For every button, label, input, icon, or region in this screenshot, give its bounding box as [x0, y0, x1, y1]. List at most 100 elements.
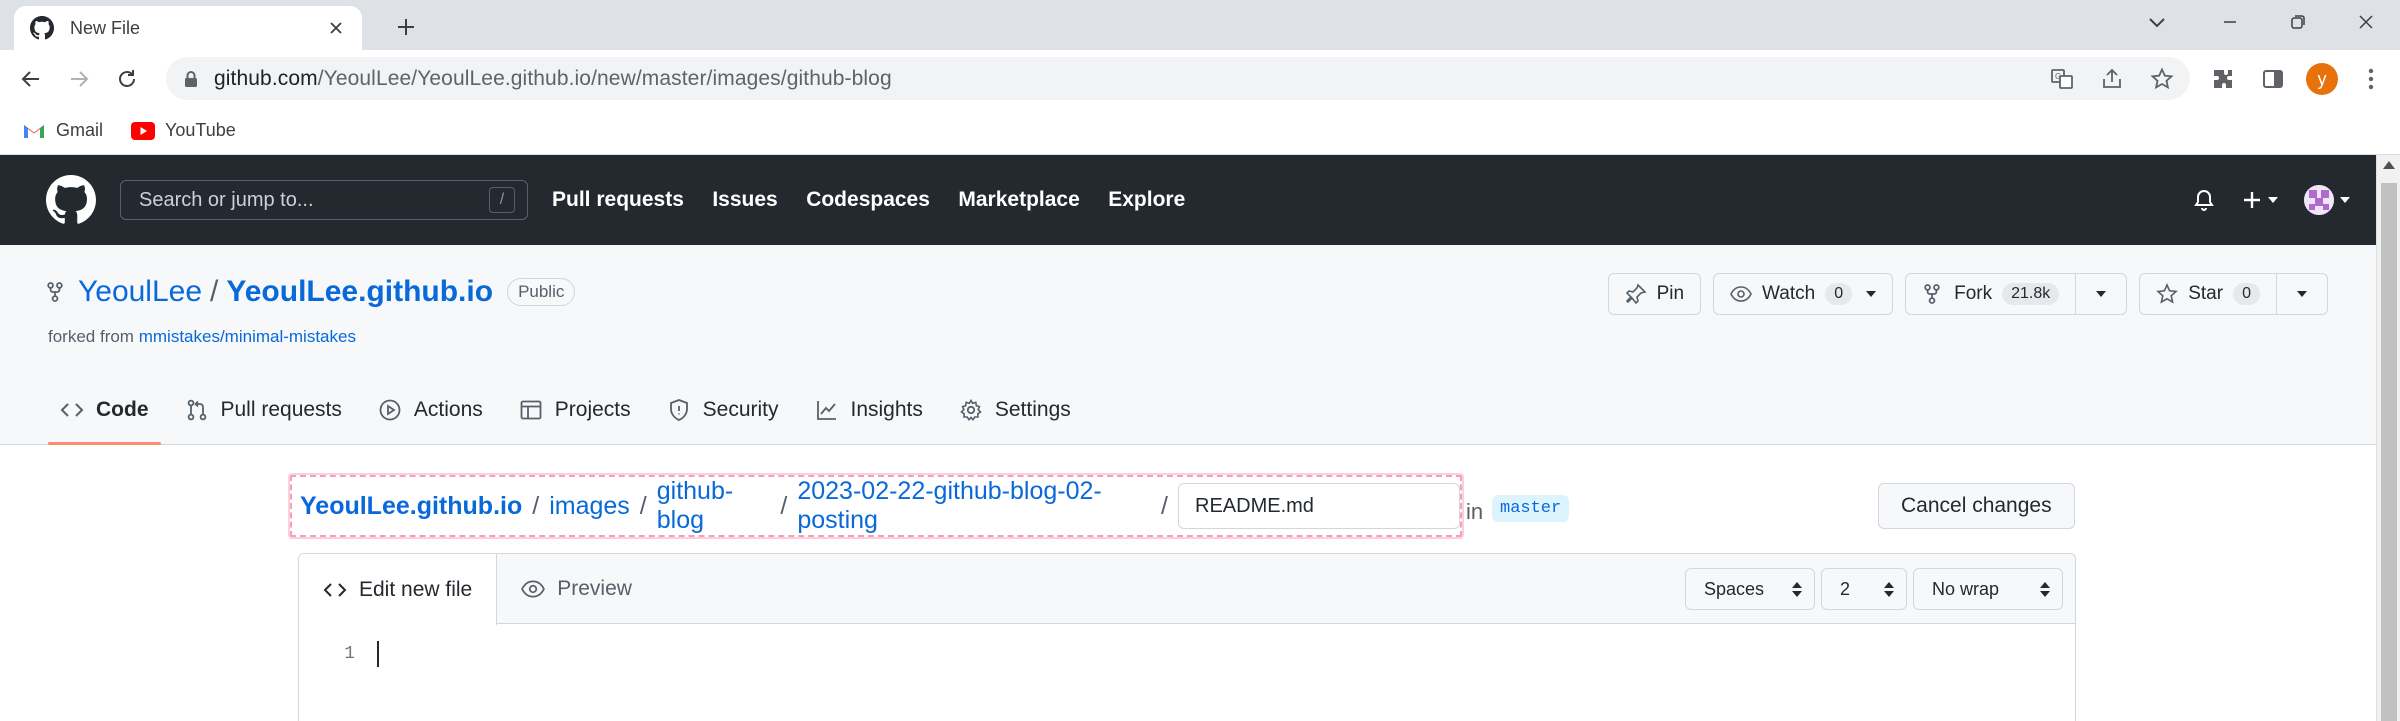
editor-tabs: Edit new file Preview Spaces 2 No wrap — [299, 554, 2075, 625]
select-arrows-icon — [1792, 581, 1802, 597]
user-menu-dropdown[interactable] — [2304, 185, 2350, 215]
pin-button[interactable]: Pin — [1607, 273, 1702, 315]
repo-header: YeoulLee / YeoulLee.github.io Public for… — [0, 245, 2400, 445]
forked-source-link[interactable]: mmistakes/minimal-mistakes — [139, 327, 356, 346]
translate-icon[interactable]: G — [2048, 65, 2076, 93]
star-button[interactable]: Star 0 — [2140, 274, 2276, 314]
github-global-nav: Pull requests Issues Codespaces Marketpl… — [552, 188, 1209, 212]
repo-actions: Pin Watch 0 Fork 21.8k Star 0 — [1607, 273, 2328, 315]
breadcrumb-images[interactable]: images — [549, 492, 630, 521]
extensions-icon[interactable] — [2206, 62, 2240, 96]
notifications-bell-icon[interactable] — [2192, 188, 2216, 212]
tab-code-label: Code — [96, 398, 149, 421]
forward-icon[interactable] — [62, 62, 96, 96]
close-window-icon[interactable] — [2332, 0, 2400, 44]
profile-avatar[interactable]: y — [2306, 63, 2338, 95]
new-tab-icon[interactable] — [392, 13, 420, 41]
breadcrumb-github-blog[interactable]: github-blog — [657, 477, 771, 535]
chevron-down-icon — [2268, 197, 2278, 203]
lock-icon[interactable] — [178, 66, 204, 92]
indent-mode-select[interactable]: Spaces — [1685, 568, 1815, 610]
breadcrumb-separator: / — [532, 491, 540, 520]
window-controls — [2196, 0, 2400, 44]
watch-count: 0 — [1825, 283, 1853, 305]
code-line[interactable]: 1 — [299, 624, 2075, 684]
bookmark-youtube[interactable]: YouTube — [131, 120, 236, 141]
branch-badge: master — [1492, 495, 1570, 522]
menu-kebab-icon[interactable] — [2354, 62, 2388, 96]
repo-tabs: Code Pull requests Actions Projects Secu… — [48, 376, 1095, 445]
editor-options: Spaces 2 No wrap — [1685, 568, 2063, 610]
bookmark-gmail-label: Gmail — [56, 120, 104, 140]
breadcrumb-separator: / — [1161, 491, 1168, 520]
browser-tab[interactable]: New File — [14, 6, 362, 50]
eye-icon — [1730, 283, 1752, 305]
search-placeholder: Search or jump to... — [139, 188, 314, 211]
repo-name-link[interactable]: YeoulLee.github.io — [226, 275, 493, 309]
tab-title: New File — [70, 17, 141, 38]
chevron-down-icon — [2340, 197, 2350, 203]
tab-security[interactable]: Security — [655, 376, 791, 444]
github-logo-icon[interactable] — [46, 175, 96, 225]
create-new-dropdown[interactable] — [2242, 190, 2278, 210]
line-number: 1 — [344, 644, 355, 664]
share-icon[interactable] — [2098, 65, 2126, 93]
nav-explore[interactable]: Explore — [1108, 188, 1185, 211]
fork-label: Fork — [1954, 283, 1993, 304]
pin-icon — [1625, 283, 1647, 305]
code-icon — [60, 398, 84, 422]
address-bar[interactable]: github.com/YeoulLee/YeoulLee.github.io/n… — [166, 57, 2190, 100]
nav-pull-requests[interactable]: Pull requests — [552, 188, 684, 211]
tab-close-icon[interactable] — [324, 16, 348, 40]
restore-icon[interactable] — [2264, 0, 2332, 44]
breadcrumb-separator: / — [780, 491, 788, 520]
tab-edit-new-file[interactable]: Edit new file — [299, 554, 498, 625]
select-arrows-icon — [2040, 581, 2050, 597]
tab-preview[interactable]: Preview — [497, 554, 656, 624]
star-dropdown-button[interactable] — [2276, 274, 2327, 314]
indent-size-select[interactable]: 2 — [1821, 568, 1907, 610]
bookmark-gmail[interactable]: Gmail — [22, 120, 103, 141]
browser-toolbar: github.com/YeoulLee/YeoulLee.github.io/n… — [0, 50, 2400, 107]
tab-search-chevron-icon[interactable] — [2142, 8, 2172, 38]
scroll-up-arrow-icon[interactable] — [2383, 161, 2395, 169]
github-search-input[interactable]: Search or jump to... / — [120, 180, 528, 220]
tab-insights-label: Insights — [850, 398, 923, 421]
tab-projects[interactable]: Projects — [507, 376, 643, 444]
page-viewport: Search or jump to... / Pull requests Iss… — [0, 155, 2400, 721]
pull-request-icon — [185, 398, 209, 422]
fork-button[interactable]: Fork 21.8k — [1906, 274, 2075, 314]
select-arrows-icon — [1884, 581, 1894, 597]
scrollbar-thumb[interactable] — [2381, 183, 2397, 721]
wrap-mode-value: No wrap — [1932, 578, 2000, 599]
nav-marketplace[interactable]: Marketplace — [958, 188, 1079, 211]
tab-insights[interactable]: Insights — [803, 376, 935, 444]
tab-pull-requests[interactable]: Pull requests — [173, 376, 354, 444]
watch-label: Watch — [1762, 283, 1816, 304]
code-icon — [323, 578, 347, 602]
user-avatar — [2304, 185, 2334, 215]
nav-issues[interactable]: Issues — [712, 188, 777, 211]
tab-code[interactable]: Code — [48, 376, 161, 445]
github-header: Search or jump to... / Pull requests Iss… — [0, 155, 2400, 245]
wrap-mode-select[interactable]: No wrap — [1913, 568, 2063, 610]
bookmark-star-icon[interactable] — [2148, 65, 2176, 93]
fork-dropdown-button[interactable] — [2075, 274, 2126, 314]
back-icon[interactable] — [14, 62, 48, 96]
nav-codespaces[interactable]: Codespaces — [806, 188, 930, 211]
watch-button[interactable]: Watch 0 — [1713, 273, 1894, 315]
filename-input[interactable] — [1178, 483, 1460, 529]
cancel-changes-button[interactable]: Cancel changes — [1878, 483, 2075, 529]
tab-actions[interactable]: Actions — [366, 376, 495, 444]
breadcrumb-repo[interactable]: YeoulLee.github.io — [300, 492, 522, 521]
gmail-icon — [22, 122, 46, 140]
repo-owner-link[interactable]: YeoulLee — [78, 275, 202, 309]
side-panel-icon[interactable] — [2256, 62, 2290, 96]
tab-settings[interactable]: Settings — [947, 376, 1083, 444]
breadcrumb-posting-folder[interactable]: 2023-02-22-github-blog-02-posting — [797, 477, 1151, 535]
breadcrumb-separator: / — [639, 491, 647, 520]
page-scrollbar[interactable] — [2376, 155, 2400, 721]
minimize-icon[interactable] — [2196, 0, 2264, 44]
reload-icon[interactable] — [110, 62, 144, 96]
chevron-down-icon — [1866, 291, 1877, 297]
